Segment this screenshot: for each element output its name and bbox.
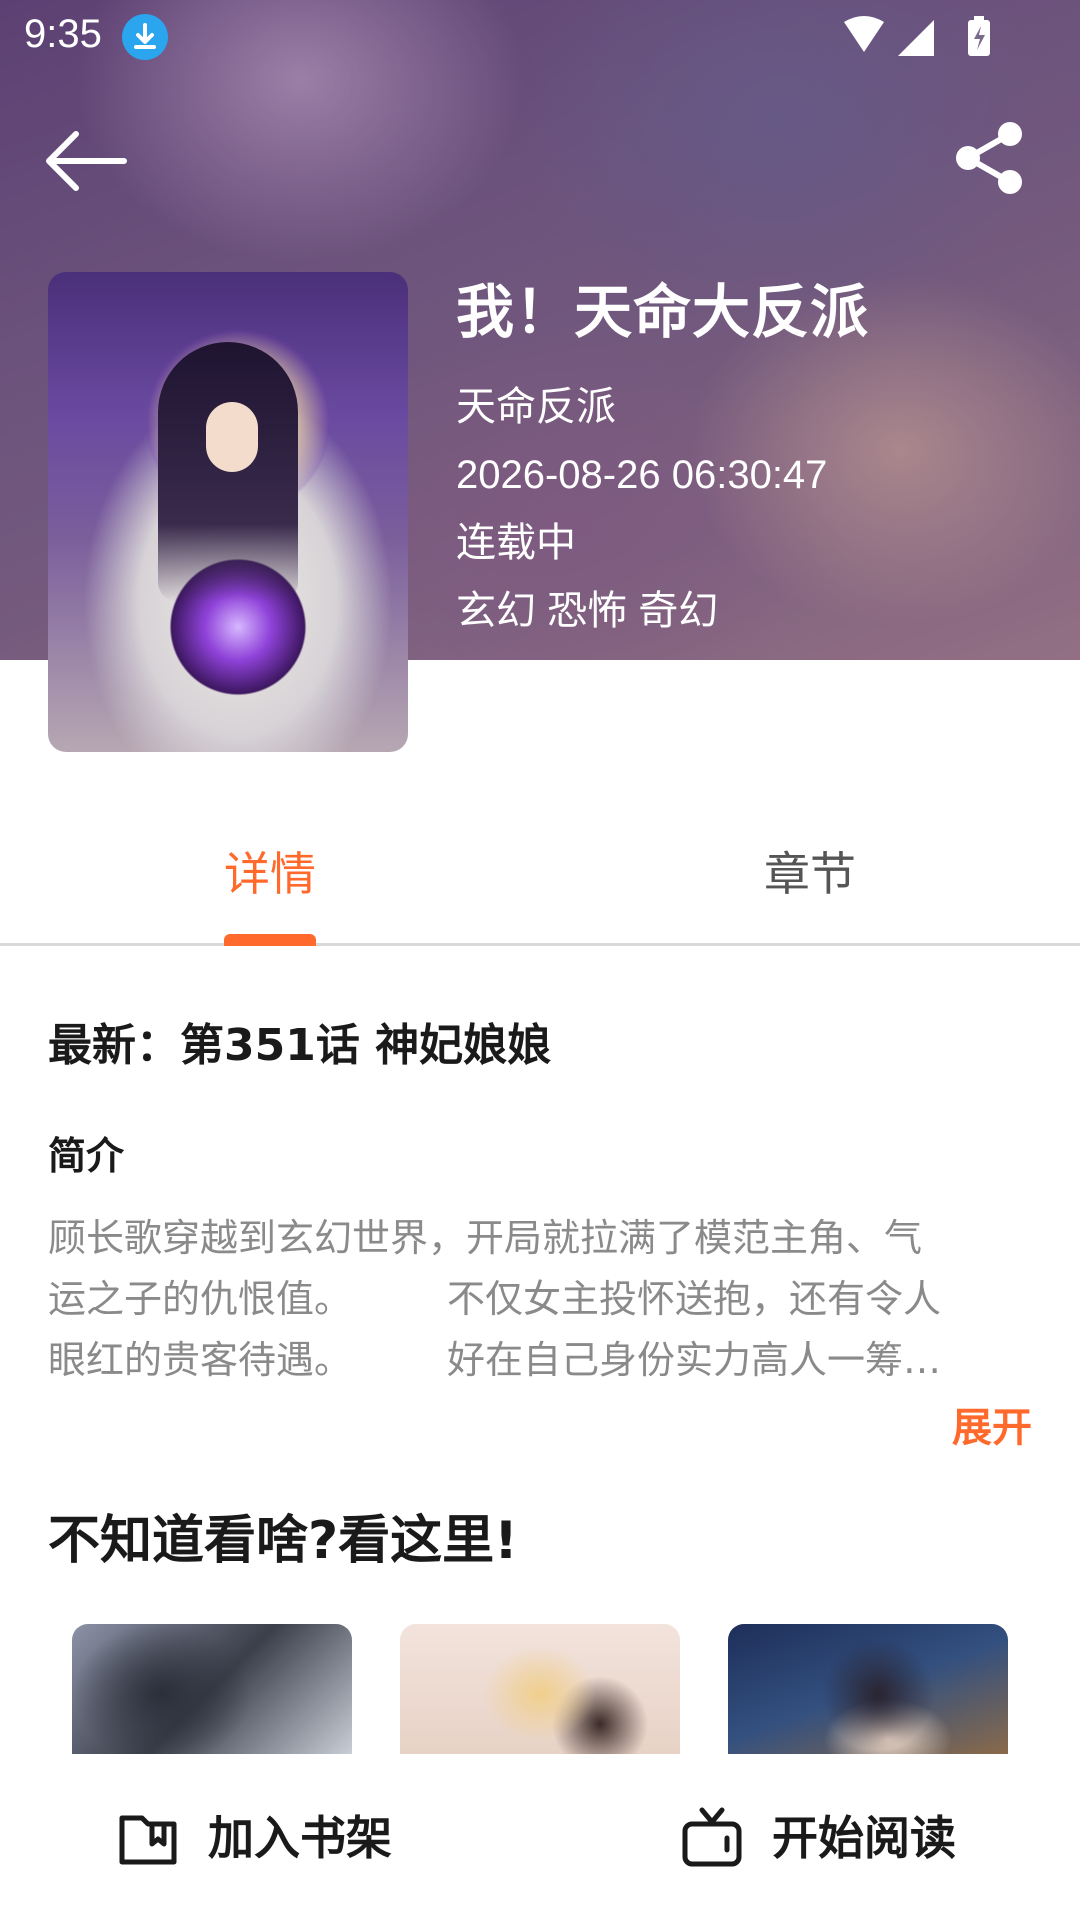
status-icons xyxy=(844,16,990,56)
recommend-heading: 不知道看啥?看这里! xyxy=(48,1511,518,1571)
latest-chapter[interactable]: 最新：第351话 神妃娘娘 xyxy=(48,1016,551,1076)
wifi-icon xyxy=(844,16,884,52)
tab-bar: 详情 章节 xyxy=(0,820,1080,946)
share-button[interactable] xyxy=(950,118,1030,198)
recommend-card[interactable] xyxy=(728,1624,1008,1754)
tab-chapters[interactable]: 章节 xyxy=(540,820,1080,946)
book-status: 连载中 xyxy=(456,521,576,565)
arrow-left-icon xyxy=(46,131,127,191)
cover-figure-hair xyxy=(158,342,298,602)
recommend-card[interactable] xyxy=(400,1624,680,1754)
intro-heading: 简介 xyxy=(48,1134,125,1178)
start-reading-label: 开始阅读 xyxy=(772,1811,956,1865)
signal-icon xyxy=(898,20,934,56)
battery-icon xyxy=(968,16,990,56)
intro-line: 运之子的仇恨值。 不仅女主投怀送抱，还有令人 xyxy=(48,1277,942,1321)
back-button[interactable] xyxy=(40,124,130,198)
expand-button[interactable]: 展开 xyxy=(952,1398,1032,1458)
bottom-action-bar: 加入书架 开始阅读 xyxy=(0,1756,1080,1920)
book-cover-image xyxy=(48,272,408,752)
book-info: 我！天命大反派 天命反派 2026-08-26 06:30:47 连载中 玄幻 … xyxy=(456,272,1056,640)
add-to-bookshelf-label: 加入书架 xyxy=(208,1811,392,1865)
book-author: 天命反派 xyxy=(456,385,616,429)
book-genres: 玄幻 恐怖 奇幻 xyxy=(456,589,719,633)
tab-details[interactable]: 详情 xyxy=(0,820,540,946)
book-icon xyxy=(119,1815,177,1865)
start-reading-button[interactable]: 开始阅读 xyxy=(680,1756,956,1920)
intro-text: 顾长歌穿越到玄幻世界，开局就拉满了模范主角、气 运之子的仇恨值。 不仅女主投怀送… xyxy=(48,1208,1028,1391)
status-bar: 9:35 xyxy=(0,0,1080,72)
cover-figure-face xyxy=(206,402,258,472)
recommend-card[interactable] xyxy=(72,1624,352,1754)
recommend-list xyxy=(72,1624,1008,1754)
status-time: 9:35 xyxy=(24,12,102,56)
book-updated-time: 2026-08-26 06:30:47 xyxy=(456,453,828,497)
book-title: 我！天命大反派 xyxy=(456,278,870,346)
intro-line: 眼红的贵客待遇。 好在自己身份实力高人一筹… xyxy=(48,1338,942,1382)
add-to-bookshelf-button[interactable]: 加入书架 xyxy=(116,1756,392,1920)
share-icon xyxy=(956,122,1022,194)
tab-indicator xyxy=(224,934,316,946)
download-icon xyxy=(122,14,168,60)
tv-icon xyxy=(682,1807,742,1867)
intro-line: 顾长歌穿越到玄幻世界，开局就拉满了模范主角、气 xyxy=(48,1216,923,1260)
